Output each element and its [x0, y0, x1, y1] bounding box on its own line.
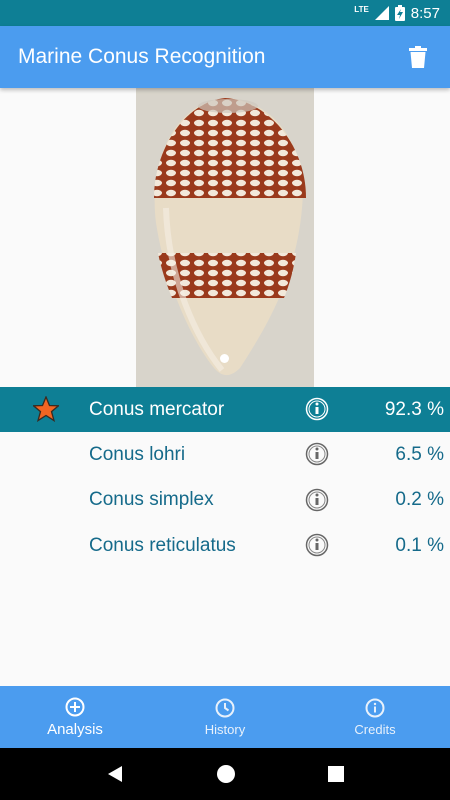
shell-photo: [136, 88, 314, 387]
results-list: Conus mercator 92.3 % Conus lohri 6.5 % …: [0, 387, 450, 569]
carousel-page-indicator: [220, 354, 229, 363]
nav-history[interactable]: History: [150, 686, 300, 748]
nav-label: History: [204, 721, 246, 737]
result-row[interactable]: Conus lohri 6.5 %: [0, 432, 450, 478]
trash-icon: [409, 46, 427, 68]
signal-icon: [374, 6, 389, 20]
delete-button[interactable]: [390, 29, 446, 85]
result-percent: 0.1 %: [395, 534, 444, 556]
nav-credits[interactable]: Credits: [300, 686, 450, 748]
result-name: Conus simplex: [89, 489, 214, 511]
back-icon[interactable]: [106, 765, 124, 783]
system-navigation-bar: [0, 748, 450, 800]
home-icon[interactable]: [216, 764, 236, 784]
nav-label: Credits: [354, 721, 396, 737]
info-icon[interactable]: [305, 488, 329, 512]
info-icon[interactable]: [305, 397, 329, 421]
result-name: Conus lohri: [89, 443, 186, 465]
battery-icon: [394, 5, 405, 21]
info-circle-icon: [365, 698, 385, 717]
result-percent: 92.3 %: [384, 398, 444, 420]
info-icon[interactable]: [305, 533, 329, 557]
nav-label: Analysis: [47, 720, 103, 738]
result-name: Conus mercator: [89, 398, 225, 420]
info-icon[interactable]: [305, 442, 329, 466]
result-name: Conus reticulatus: [89, 534, 236, 556]
result-row[interactable]: Conus simplex 0.2 %: [0, 478, 450, 524]
result-percent: 0.2 %: [395, 489, 444, 511]
app-bar: Marine Conus Recognition: [0, 26, 450, 88]
result-row[interactable]: Conus mercator 92.3 %: [0, 387, 450, 432]
result-row[interactable]: Conus reticulatus 0.1 %: [0, 523, 450, 569]
network-type: LTE: [354, 4, 369, 14]
add-circle-icon: [65, 697, 85, 716]
star-icon: [33, 396, 59, 422]
recents-icon[interactable]: [328, 766, 344, 782]
photo-carousel[interactable]: [0, 88, 450, 387]
clock-icon: [215, 698, 235, 717]
nav-analysis[interactable]: Analysis: [0, 686, 150, 748]
result-percent: 6.5 %: [395, 443, 444, 465]
status-bar: LTE 8:57: [0, 0, 450, 26]
app-title: Marine Conus Recognition: [18, 45, 266, 68]
clock-time: 8:57: [410, 4, 440, 22]
bottom-navigation: Analysis History Credits: [0, 686, 450, 748]
